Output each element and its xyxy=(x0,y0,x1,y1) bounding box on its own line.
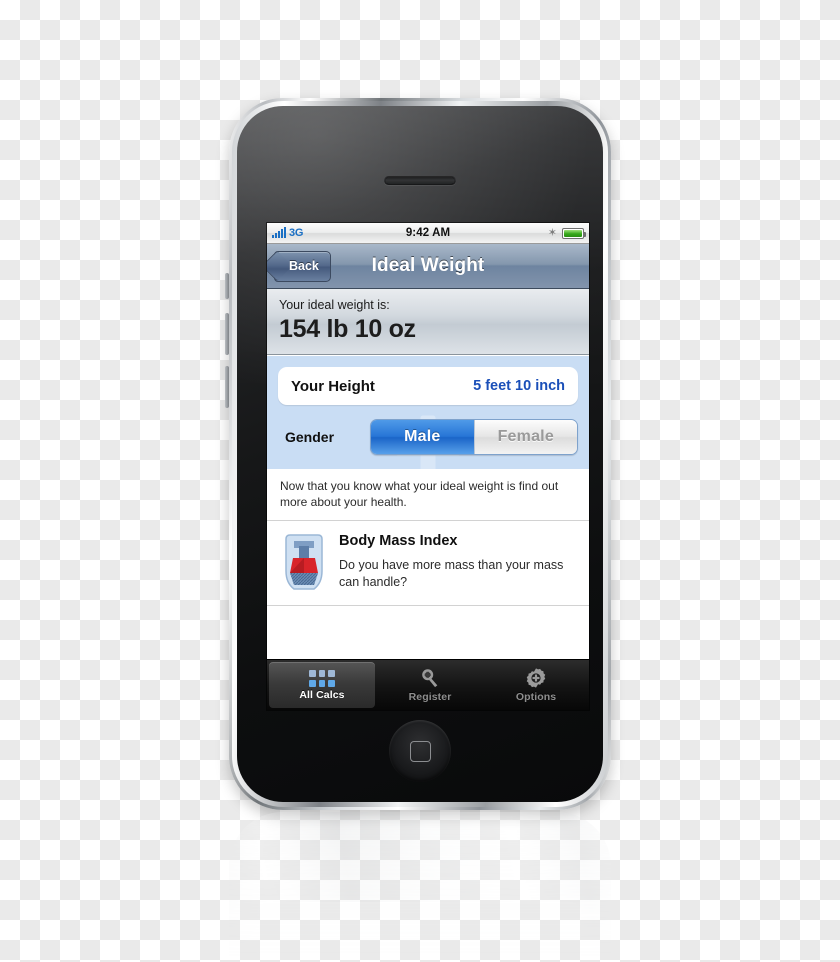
battery-icon xyxy=(562,227,586,239)
bmi-text-block: Body Mass Index Do you have more mass th… xyxy=(339,531,576,593)
gender-segmented-control[interactable]: Male Female xyxy=(370,419,578,455)
status-bar-clock: 9:42 AM xyxy=(405,227,451,239)
height-row[interactable]: Your Height 5 feet 10 inch xyxy=(278,367,578,405)
bmi-subtitle: Do you have more mass than your mass can… xyxy=(339,558,564,590)
gear-plus-icon xyxy=(526,668,546,688)
form-area: Your Height 5 feet 10 inch Gender Male F… xyxy=(267,355,589,481)
tab-register-label: Register xyxy=(408,691,452,703)
bmi-list-item[interactable]: Body Mass Index Do you have more mass th… xyxy=(267,521,589,607)
gender-option-female[interactable]: Female xyxy=(473,420,577,454)
key-plus-icon xyxy=(422,669,438,688)
status-bar: 3G 9:42 AM ✶ xyxy=(267,223,589,244)
earpiece-speaker-icon xyxy=(384,176,456,185)
result-label: Your ideal weight is: xyxy=(279,298,390,312)
list-filler xyxy=(267,606,589,623)
bluetooth-icon: ✶ xyxy=(547,226,557,239)
result-value: 154 lb 10 oz xyxy=(279,315,416,343)
phone-screen: 3G 9:42 AM ✶ Back Ideal Weight Your idea… xyxy=(267,223,589,710)
reflection-screen xyxy=(259,902,581,962)
result-panel: Your ideal weight is: 154 lb 10 oz xyxy=(267,289,589,355)
weight-dumbbell-icon xyxy=(285,534,323,591)
info-text: Now that you know what your ideal weight… xyxy=(267,469,589,522)
tab-options[interactable]: Options xyxy=(483,660,589,710)
silent-switch[interactable] xyxy=(225,273,229,299)
iphone-device: 3G 9:42 AM ✶ Back Ideal Weight Your idea… xyxy=(225,98,611,810)
home-button-glyph xyxy=(409,740,431,762)
navigation-bar: Back Ideal Weight xyxy=(267,244,589,289)
grid-icon xyxy=(309,669,335,687)
height-row-value: 5 feet 10 inch xyxy=(473,378,565,394)
home-button[interactable] xyxy=(389,720,451,782)
tab-all-calcs-label: All Calcs xyxy=(299,688,345,701)
status-bar-right: ✶ xyxy=(547,226,586,239)
gender-option-male[interactable]: Male xyxy=(371,420,474,454)
gender-label: Gender xyxy=(285,429,335,445)
tab-register[interactable]: Register xyxy=(377,660,483,710)
reflection-body xyxy=(229,812,611,962)
tab-options-label: Options xyxy=(515,691,557,703)
back-button[interactable]: Back xyxy=(274,250,331,282)
volume-up-button[interactable] xyxy=(225,313,229,355)
back-button-label: Back xyxy=(289,259,319,273)
tab-all-calcs[interactable]: All Calcs xyxy=(269,662,375,708)
gender-row: Gender Male Female xyxy=(278,419,578,455)
bmi-title: Body Mass Index xyxy=(339,533,458,550)
device-reflection xyxy=(229,812,611,962)
device-front-face: 3G 9:42 AM ✶ Back Ideal Weight Your idea… xyxy=(237,106,603,802)
height-row-label: Your Height xyxy=(291,377,375,395)
volume-down-button[interactable] xyxy=(225,366,229,408)
tab-bar: All Calcs Register Options xyxy=(267,659,589,710)
